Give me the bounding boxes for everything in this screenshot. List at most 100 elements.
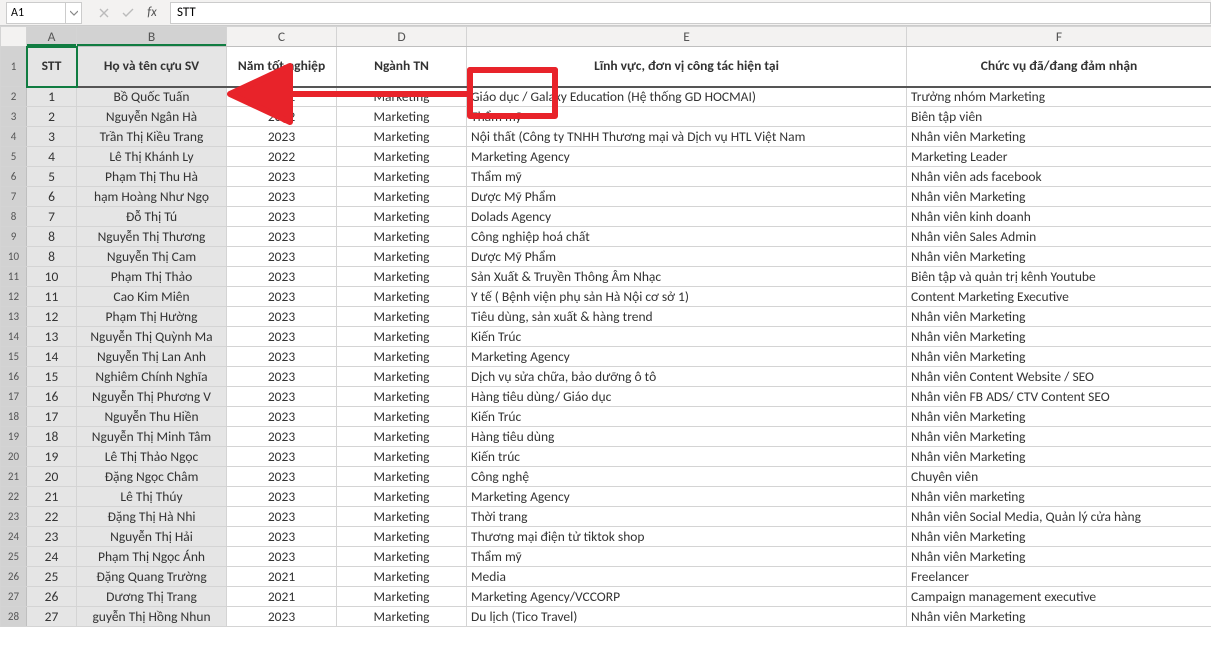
cell[interactable]: Freelancer	[907, 567, 1211, 587]
cell[interactable]: Marketing	[337, 607, 467, 627]
row-header[interactable]: 14	[1, 327, 27, 347]
cell[interactable]: Nhân viên Marketing	[907, 407, 1211, 427]
cell[interactable]: Nhân viên Marketing	[907, 327, 1211, 347]
row-header[interactable]: 4	[1, 127, 27, 147]
cell[interactable]: 24	[27, 547, 77, 567]
cell[interactable]: 2021	[227, 87, 337, 107]
cell[interactable]: 6	[27, 187, 77, 207]
cell[interactable]: Marketing	[337, 547, 467, 567]
cell[interactable]: Marketing	[337, 307, 467, 327]
cell[interactable]: Kiến Trúc	[467, 407, 907, 427]
cell[interactable]: 2023	[227, 427, 337, 447]
row-header[interactable]: 5	[1, 147, 27, 167]
cell[interactable]: Nhân viên ads facebook	[907, 167, 1211, 187]
cell[interactable]: Nhân viên Marketing	[907, 307, 1211, 327]
row-header[interactable]: 17	[1, 387, 27, 407]
cell[interactable]: 7	[27, 207, 77, 227]
cell[interactable]: Lê Thị Thảo Ngọc	[77, 447, 227, 467]
cell[interactable]: Marketing Agency/VCCORP	[467, 587, 907, 607]
cell[interactable]: 2021	[227, 587, 337, 607]
col-header-F[interactable]: F	[907, 27, 1211, 47]
cell[interactable]: Nội thất (Công ty TNHH Thương mại và Dịc…	[467, 127, 907, 147]
row-header[interactable]: 11	[1, 267, 27, 287]
cell[interactable]: Marketing Agency	[467, 147, 907, 167]
cell[interactable]: Công nghệ	[467, 467, 907, 487]
cell[interactable]: Trưởng nhóm Marketing	[907, 87, 1211, 107]
col-header-C[interactable]: C	[227, 27, 337, 47]
cell[interactable]: Marketing	[337, 127, 467, 147]
cell[interactable]: Marketing	[337, 407, 467, 427]
cell[interactable]: 2023	[227, 387, 337, 407]
cell[interactable]: Marketing	[337, 467, 467, 487]
cell[interactable]: Nguyễn Thị Thương	[77, 227, 227, 247]
row-header[interactable]: 13	[1, 307, 27, 327]
cell[interactable]: Ngành TN	[337, 47, 467, 87]
cell[interactable]: Lê Thị Thúy	[77, 487, 227, 507]
cell[interactable]: 2023	[227, 267, 337, 287]
cell[interactable]: Nguyễn Thị Hải	[77, 527, 227, 547]
row-header[interactable]: 16	[1, 367, 27, 387]
row-header[interactable]: 23	[1, 507, 27, 527]
cell[interactable]: Marketing	[337, 167, 467, 187]
cell[interactable]: Phạm Thị Hường	[77, 307, 227, 327]
cell[interactable]: Marketing	[337, 487, 467, 507]
cell[interactable]: Đặng Thị Hà Nhi	[77, 507, 227, 527]
row-header[interactable]: 20	[1, 447, 27, 467]
cell[interactable]: 17	[27, 407, 77, 427]
cell[interactable]: Marketing	[337, 207, 467, 227]
cell[interactable]: Thẩm mỹ	[467, 547, 907, 567]
cell[interactable]: Dược Mỹ Phẩm	[467, 247, 907, 267]
spreadsheet-grid[interactable]: A B C D E F 1STTHọ và tên cựu SVNăm tốt …	[0, 26, 1211, 627]
cell[interactable]: Lê Thị Khánh Ly	[77, 147, 227, 167]
cell[interactable]: 11	[27, 287, 77, 307]
cell[interactable]: Hàng tiêu dùng	[467, 427, 907, 447]
row-header[interactable]: 8	[1, 207, 27, 227]
cell[interactable]: 21	[27, 487, 77, 507]
cell[interactable]: 2	[27, 107, 77, 127]
cell[interactable]: Content Marketing Executive	[907, 287, 1211, 307]
col-header-D[interactable]: D	[337, 27, 467, 47]
col-header-A[interactable]: A	[27, 27, 77, 47]
cell[interactable]: 2023	[227, 327, 337, 347]
cell[interactable]: 10	[27, 267, 77, 287]
cell[interactable]: Marketing	[337, 267, 467, 287]
cell[interactable]: guyễn Thị Hồng Nhun	[77, 607, 227, 627]
row-header[interactable]: 21	[1, 467, 27, 487]
formula-input[interactable]: STT	[170, 2, 1211, 24]
cell[interactable]: Nghiêm Chính Nghĩa	[77, 367, 227, 387]
cell[interactable]: Du lịch (Tico Travel)	[467, 607, 907, 627]
cell[interactable]: Marketing	[337, 427, 467, 447]
cell[interactable]: 26	[27, 587, 77, 607]
cell[interactable]: 1	[27, 87, 77, 107]
cell[interactable]: Marketing	[337, 447, 467, 467]
cell[interactable]: 15	[27, 367, 77, 387]
cell[interactable]: Thẩm mỹ	[467, 107, 907, 127]
cell[interactable]: Thời trang	[467, 507, 907, 527]
cell[interactable]: 19	[27, 447, 77, 467]
cell[interactable]: STT	[27, 47, 77, 87]
cell[interactable]: Nhân viên Marketing	[907, 427, 1211, 447]
cell[interactable]: 2023	[227, 467, 337, 487]
cell[interactable]: Trần Thị Kiều Trang	[77, 127, 227, 147]
cell[interactable]: 2023	[227, 287, 337, 307]
cell[interactable]: 2023	[227, 547, 337, 567]
cell[interactable]: 3	[27, 127, 77, 147]
cell[interactable]: Công nghiệp hoá chất	[467, 227, 907, 247]
cell[interactable]: 2022	[227, 147, 337, 167]
row-header[interactable]: 26	[1, 567, 27, 587]
row-header[interactable]: 6	[1, 167, 27, 187]
cell[interactable]: Phạm Thị Thu Hà	[77, 167, 227, 187]
cell[interactable]: Kiến Trúc	[467, 327, 907, 347]
cell[interactable]: 4	[27, 147, 77, 167]
cell[interactable]: 2023	[227, 167, 337, 187]
cell[interactable]: 27	[27, 607, 77, 627]
row-header[interactable]: 25	[1, 547, 27, 567]
row-header[interactable]: 9	[1, 227, 27, 247]
cell[interactable]: Marketing	[337, 527, 467, 547]
cell[interactable]: 18	[27, 427, 77, 447]
cell[interactable]: 2023	[227, 407, 337, 427]
row-header[interactable]: 22	[1, 487, 27, 507]
cell[interactable]: Nguyễn Ngân Hà	[77, 107, 227, 127]
cell[interactable]: Nhân viên Marketing	[907, 247, 1211, 267]
cell[interactable]: Thẩm mỹ	[467, 167, 907, 187]
